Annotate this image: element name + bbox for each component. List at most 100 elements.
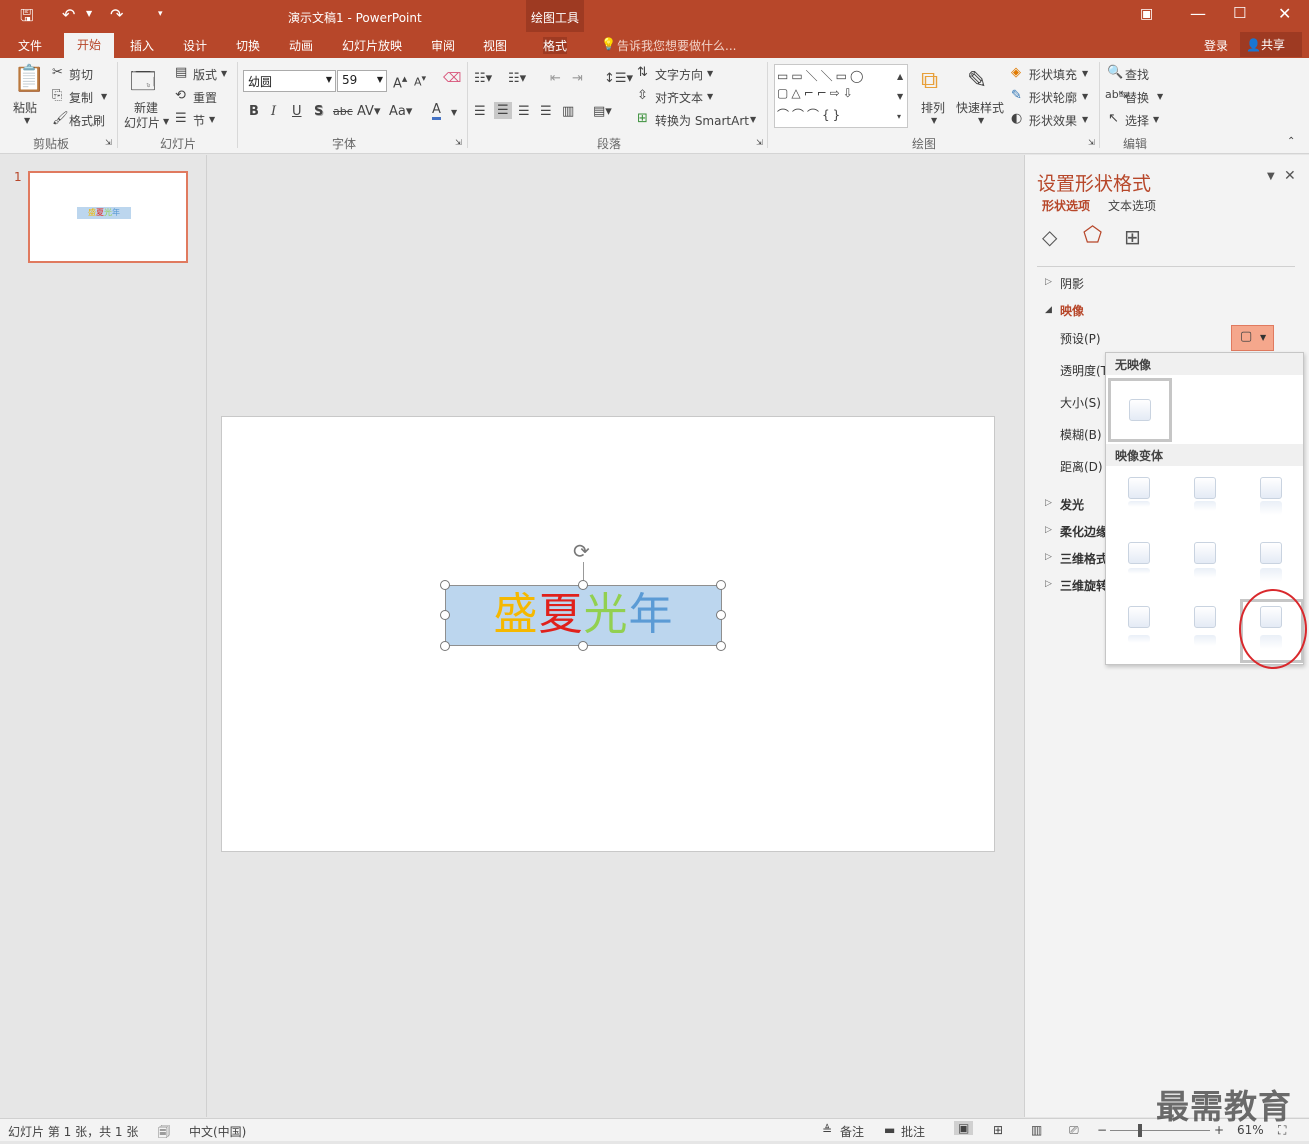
text-direction-dropdown-icon[interactable]: ▼	[707, 69, 713, 78]
resize-handle-e[interactable]	[716, 610, 726, 620]
shape-effects-dropdown-icon[interactable]: ▼	[1082, 115, 1088, 124]
selected-textbox[interactable]: 盛夏光年	[445, 585, 722, 646]
resize-handle-s[interactable]	[578, 641, 588, 651]
distributed-icon[interactable]: ▥	[562, 104, 574, 119]
section-3d-rotation[interactable]: 三维旋转	[1060, 577, 1106, 594]
pane-options-icon[interactable]: ▼	[1267, 171, 1275, 182]
effects-icon[interactable]: ⬠	[1083, 223, 1102, 248]
language-status[interactable]: 中文(中国)	[189, 1123, 246, 1140]
bullets-icon[interactable]: ☷▾	[474, 71, 492, 86]
undo-dropdown-icon[interactable]: ▼	[86, 9, 92, 18]
align-text-dropdown-icon[interactable]: ▼	[707, 92, 713, 101]
tab-slideshow[interactable]: 幻灯片放映	[342, 37, 402, 54]
size-properties-icon[interactable]: ⊞	[1124, 225, 1141, 249]
rotate-handle-icon[interactable]: ⟳	[573, 539, 590, 563]
columns-icon[interactable]: ▤▾	[593, 104, 612, 119]
increase-indent-icon[interactable]: ⇥	[572, 71, 583, 86]
resize-handle-ne[interactable]	[716, 580, 726, 590]
tab-home[interactable]: 开始	[64, 33, 114, 58]
tab-review[interactable]: 审阅	[431, 37, 455, 54]
select-dropdown-icon[interactable]: ▼	[1153, 115, 1159, 124]
tab-format[interactable]: 格式	[543, 37, 568, 54]
text-direction-button[interactable]: 文字方向	[655, 66, 703, 83]
preset-reflection-6[interactable]	[1260, 542, 1284, 584]
save-icon[interactable]: 🖫	[20, 5, 34, 32]
notes-button[interactable]: 备注	[840, 1123, 864, 1140]
tab-view[interactable]: 视图	[483, 37, 507, 54]
smartart-button[interactable]: 转换为 SmartArt	[655, 112, 749, 129]
paste-dropdown-icon[interactable]: ▼	[24, 116, 30, 125]
shape-effects-button[interactable]: 形状效果	[1029, 112, 1077, 129]
shrink-font-icon[interactable]: A▾	[414, 73, 426, 89]
section-button[interactable]: 节	[193, 112, 205, 129]
replace-dropdown-icon[interactable]: ▼	[1157, 92, 1163, 101]
font-color-dropdown-icon[interactable]: ▼	[451, 108, 457, 117]
new-slide-dropdown-icon[interactable]: ▼	[163, 117, 169, 126]
strikethrough-icon[interactable]: abc	[333, 105, 353, 118]
preset-dropdown-button[interactable]: ▢ ▼	[1231, 325, 1274, 351]
shape-fill-dropdown-icon[interactable]: ▼	[1082, 69, 1088, 78]
quick-styles-icon[interactable]: ✎	[967, 66, 987, 94]
preset-reflection-3[interactable]	[1260, 477, 1284, 519]
customize-qat-icon[interactable]: ▾	[158, 9, 163, 19]
arrange-button[interactable]: 排列	[921, 99, 945, 116]
format-painter-button[interactable]: 格式刷	[69, 112, 105, 129]
align-center-icon[interactable]: ☰	[494, 102, 512, 119]
align-text-button[interactable]: 对齐文本	[655, 89, 703, 106]
section-shadow[interactable]: 阴影	[1060, 275, 1084, 292]
shape-fill-button[interactable]: 形状填充	[1029, 66, 1077, 83]
find-button[interactable]: 查找	[1125, 66, 1149, 83]
quick-styles-button[interactable]: 快速样式	[956, 99, 1004, 116]
bold-icon[interactable]: B	[249, 104, 259, 119]
justify-icon[interactable]: ☰	[540, 104, 552, 119]
tab-text-options[interactable]: 文本选项	[1108, 197, 1156, 214]
underline-icon[interactable]: U	[292, 104, 302, 119]
tab-shape-options[interactable]: 形状选项	[1042, 197, 1090, 214]
tell-me-search[interactable]: 告诉我您想要做什么...	[617, 37, 736, 54]
zoom-slider-track[interactable]	[1110, 1130, 1210, 1131]
zoom-slider-thumb[interactable]	[1138, 1124, 1142, 1137]
select-button[interactable]: 选择	[1125, 112, 1149, 129]
preset-reflection-5[interactable]	[1194, 542, 1218, 584]
numbering-icon[interactable]: ☷▾	[508, 71, 526, 86]
slide-thumbnail[interactable]: 盛夏光年	[28, 171, 188, 263]
fill-line-icon[interactable]: ◇	[1042, 225, 1057, 249]
resize-handle-w[interactable]	[440, 610, 450, 620]
preset-reflection-2[interactable]	[1194, 477, 1218, 519]
quick-styles-dropdown-icon[interactable]: ▼	[978, 116, 984, 125]
new-slide-button-line2[interactable]: 幻灯片	[124, 114, 160, 131]
pane-close-icon[interactable]: ✕	[1284, 168, 1296, 184]
normal-view-icon[interactable]: ▣	[954, 1121, 974, 1135]
preset-no-reflection[interactable]	[1108, 378, 1172, 442]
maximize-icon[interactable]: ☐	[1233, 4, 1246, 22]
preset-reflection-4[interactable]	[1128, 542, 1152, 584]
arrange-icon[interactable]: ⧉	[921, 66, 938, 94]
slide-sorter-icon[interactable]: ⊞	[993, 1123, 1003, 1137]
tab-file[interactable]: 文件	[18, 37, 42, 54]
shape-row3-icon[interactable]: ⌒⌒⌒{}	[777, 106, 843, 123]
dialog-launcher-icon[interactable]: ⇲	[1088, 138, 1095, 147]
tab-transitions[interactable]: 切换	[236, 37, 260, 54]
ribbon-display-icon[interactable]: ▣	[1140, 6, 1153, 22]
section-3d-format[interactable]: 三维格式	[1060, 550, 1106, 567]
preset-reflection-7[interactable]	[1128, 606, 1152, 648]
clear-format-icon[interactable]: ⌫	[443, 71, 461, 86]
dialog-launcher-icon[interactable]: ⇲	[455, 138, 462, 147]
layout-dropdown-icon[interactable]: ▼	[221, 69, 227, 78]
change-case-icon[interactable]: Aa▾	[389, 104, 412, 119]
font-name-combo[interactable]: 幼圆 ▼	[243, 70, 336, 92]
reading-view-icon[interactable]: ▥	[1031, 1123, 1042, 1137]
shape-textbox-icon[interactable]: ▭▭＼＼▭◯	[777, 67, 866, 84]
close-icon[interactable]: ✕	[1278, 4, 1291, 23]
smartart-dropdown-icon[interactable]: ▼	[750, 115, 756, 124]
shadow-text-icon[interactable]: S	[314, 104, 323, 119]
section-glow[interactable]: 发光	[1060, 496, 1084, 513]
undo-icon[interactable]: ↶	[62, 5, 75, 24]
zoom-out-icon[interactable]: −	[1097, 1123, 1107, 1137]
share-button[interactable]: 👤共享	[1240, 32, 1302, 57]
redo-icon[interactable]: ↷	[110, 5, 123, 24]
signin-link[interactable]: 登录	[1204, 37, 1228, 54]
cut-button[interactable]: 剪切	[69, 66, 93, 83]
font-size-combo[interactable]: 59 ▼	[337, 70, 387, 92]
replace-button[interactable]: 替换	[1125, 89, 1149, 106]
